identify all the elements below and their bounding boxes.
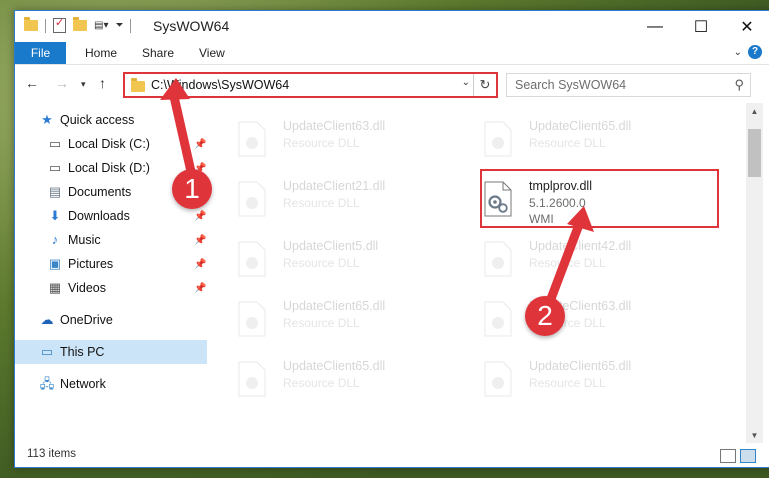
arrow-step-1	[168, 87, 197, 181]
annotation-arrows	[160, 78, 594, 317]
arrow-head-step-1	[160, 78, 190, 100]
step-2-badge: 2	[525, 296, 565, 336]
step-1-badge: 1	[172, 169, 212, 209]
